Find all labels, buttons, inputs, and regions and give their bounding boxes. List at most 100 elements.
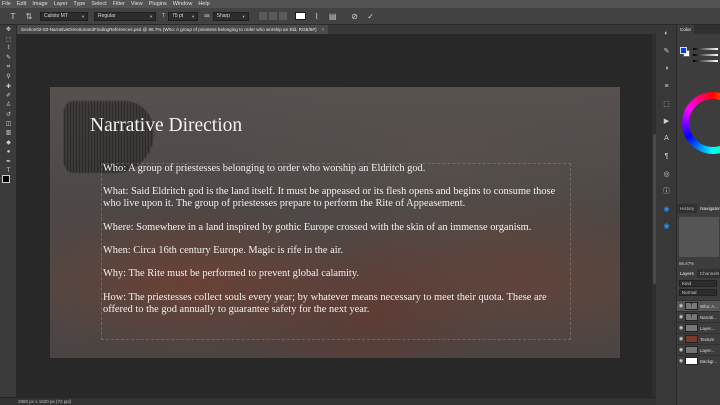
tab-navigator[interactable]: Navigator bbox=[697, 204, 720, 213]
quick-select-icon[interactable]: ✎ bbox=[0, 53, 17, 62]
layer-thumbnail bbox=[685, 324, 698, 332]
actions-panel-icon[interactable]: ▶ bbox=[656, 113, 677, 131]
color-slider[interactable] bbox=[693, 48, 718, 50]
text-color-swatch[interactable] bbox=[294, 12, 306, 20]
eye-icon[interactable]: ◉ bbox=[677, 325, 685, 331]
eye-icon[interactable]: ◉ bbox=[677, 358, 685, 364]
brush-panel-icon[interactable]: ✎ bbox=[656, 43, 677, 61]
navigator-preview[interactable] bbox=[679, 217, 719, 257]
history-brush-icon[interactable]: ↺ bbox=[0, 110, 17, 119]
eye-icon[interactable]: ◉ bbox=[677, 336, 685, 342]
healing-brush-icon[interactable]: ✚ bbox=[0, 81, 17, 90]
menu-image[interactable]: Image bbox=[32, 1, 47, 7]
font-style-value: Regular bbox=[98, 13, 116, 19]
font-size-icon: T bbox=[162, 13, 166, 19]
antialias-value: Sharp bbox=[216, 13, 230, 19]
channels-panel-icon[interactable]: ◉ bbox=[656, 218, 677, 236]
font-style-select[interactable]: Regular ▼ bbox=[94, 11, 156, 21]
layer-row[interactable]: ◉ T Who: A... bbox=[677, 300, 720, 311]
color-slider[interactable] bbox=[693, 54, 718, 56]
align-center-button[interactable] bbox=[268, 12, 277, 20]
antialias-label: aa bbox=[204, 13, 210, 19]
menu-file[interactable]: File bbox=[2, 1, 11, 7]
eye-icon[interactable]: ◉ bbox=[677, 303, 685, 309]
swatches-panel-icon[interactable]: ◐ bbox=[656, 25, 677, 43]
info-panel-icon[interactable]: ⓘ bbox=[656, 183, 677, 201]
color-swatches[interactable] bbox=[2, 175, 13, 186]
character-panel-icon[interactable]: A bbox=[656, 130, 677, 148]
tab-channels[interactable]: Channels bbox=[697, 269, 720, 278]
layer-row[interactable]: ◉ Layer... bbox=[677, 344, 720, 355]
status-bar: 2880 px x 1620 px (72 ppi) bbox=[0, 397, 656, 405]
layer-name: Backgr... bbox=[700, 358, 718, 364]
foreground-color-swatch[interactable] bbox=[680, 47, 687, 54]
menu-type[interactable]: Type bbox=[73, 1, 85, 7]
paragraph-when: When: Circa 16th century Europe. Magic i… bbox=[103, 244, 344, 256]
styles-panel-icon[interactable]: ◎ bbox=[656, 165, 677, 183]
brush-tool-icon[interactable]: ✐ bbox=[0, 91, 17, 100]
menu-filter[interactable]: Filter bbox=[113, 1, 125, 7]
document-tab[interactable]: Section02-03-NarrativeDirectionandFindin… bbox=[17, 25, 329, 34]
text-orientation-icon[interactable]: ⇅ bbox=[24, 11, 34, 21]
close-icon[interactable]: × bbox=[322, 27, 325, 32]
libraries-panel-icon[interactable]: ⬚ bbox=[656, 95, 677, 113]
eye-icon[interactable]: ◉ bbox=[677, 314, 685, 320]
properties-panel-icon[interactable]: ≡ bbox=[656, 78, 677, 96]
layer-name: Who: A... bbox=[700, 303, 718, 309]
menu-view[interactable]: View bbox=[131, 1, 143, 7]
font-family-select[interactable]: Calisto MT ▼ bbox=[40, 11, 88, 21]
paragraph-panel-icon[interactable]: ¶ bbox=[656, 148, 677, 166]
layer-kind-filter[interactable]: Kind bbox=[679, 280, 717, 287]
menu-help[interactable]: Help bbox=[198, 1, 209, 7]
marquee-tool-icon[interactable]: ⬚ bbox=[0, 34, 17, 43]
stamp-tool-icon[interactable]: ♙ bbox=[0, 100, 17, 109]
layers-panel-tabs: Layers Channels bbox=[677, 269, 720, 278]
dodge-tool-icon[interactable]: ● bbox=[0, 147, 17, 156]
warp-text-icon[interactable]: ⌇ bbox=[312, 11, 322, 21]
lasso-tool-icon[interactable]: ℓ bbox=[0, 44, 17, 53]
color-wheel[interactable] bbox=[682, 92, 720, 154]
foreground-color-swatch[interactable] bbox=[2, 175, 10, 183]
gradient-tool-icon[interactable]: ▥ bbox=[0, 128, 17, 137]
blur-tool-icon[interactable]: ◆ bbox=[0, 138, 17, 147]
type-tool-icon[interactable]: T bbox=[8, 11, 18, 21]
layer-row[interactable]: ◉ Texture bbox=[677, 333, 720, 344]
document-canvas[interactable]: Narrative Direction Who: A group of prie… bbox=[50, 87, 620, 358]
menu-plugins[interactable]: Plugins bbox=[149, 1, 167, 7]
pen-tool-icon[interactable]: ✒ bbox=[0, 156, 17, 165]
menu-edit[interactable]: Edit bbox=[17, 1, 26, 7]
layer-row[interactable]: ◉ T Narrati... bbox=[677, 311, 720, 322]
move-tool-icon[interactable]: ✥ bbox=[0, 25, 17, 34]
paragraph-where: Where: Somewhere in a land inspired by g… bbox=[103, 221, 532, 233]
slide-body-text[interactable]: Who: A group of priestesses belonging to… bbox=[103, 163, 568, 327]
tab-layers[interactable]: Layers bbox=[677, 269, 697, 278]
slide-heading[interactable]: Narrative Direction bbox=[90, 115, 242, 137]
commit-icon[interactable]: ✓ bbox=[366, 11, 376, 21]
cancel-icon[interactable]: ⊘ bbox=[350, 11, 360, 21]
chevron-down-icon: ▼ bbox=[81, 13, 85, 19]
eraser-icon[interactable]: ◫ bbox=[0, 119, 17, 128]
character-panel-icon[interactable]: ▤ bbox=[328, 11, 338, 21]
blend-mode-select[interactable]: Normal bbox=[679, 289, 717, 296]
menu-layer[interactable]: Layer bbox=[54, 1, 68, 7]
menu-select[interactable]: Select bbox=[91, 1, 106, 7]
glyphs-panel-icon[interactable]: ◉ bbox=[656, 200, 677, 218]
navigator-panel bbox=[677, 213, 720, 261]
eyedropper-icon[interactable]: ⚲ bbox=[0, 72, 17, 81]
crop-tool-icon[interactable]: ⌗ bbox=[0, 63, 17, 72]
menu-window[interactable]: Window bbox=[173, 1, 193, 7]
align-left-button[interactable] bbox=[258, 12, 267, 20]
adjustments-panel-icon[interactable]: ◑ bbox=[656, 60, 677, 78]
eye-icon[interactable]: ◉ bbox=[677, 347, 685, 353]
panel-icon-column: ◐ ✎ ◑ ≡ ⬚ ▶ A ¶ ◎ ⓘ ◉ ◉ bbox=[656, 25, 677, 405]
antialias-select[interactable]: Sharp ▼ bbox=[212, 11, 249, 21]
font-size-select[interactable]: 75 pt ▼ bbox=[168, 11, 199, 21]
tab-color[interactable]: Color bbox=[677, 25, 694, 34]
align-right-button[interactable] bbox=[278, 12, 287, 20]
color-slider[interactable] bbox=[693, 60, 718, 62]
tab-history[interactable]: History bbox=[677, 204, 697, 213]
layer-row[interactable]: ◉ Layer... bbox=[677, 322, 720, 333]
tools-panel: ✥ ⬚ ℓ ✎ ⌗ ⚲ ✚ ✐ ♙ ↺ ◫ ▥ ◆ ● ✒ T bbox=[0, 25, 17, 397]
layer-row[interactable]: ◉ Backgr... bbox=[677, 355, 720, 366]
type-tool-icon[interactable]: T bbox=[0, 166, 17, 175]
